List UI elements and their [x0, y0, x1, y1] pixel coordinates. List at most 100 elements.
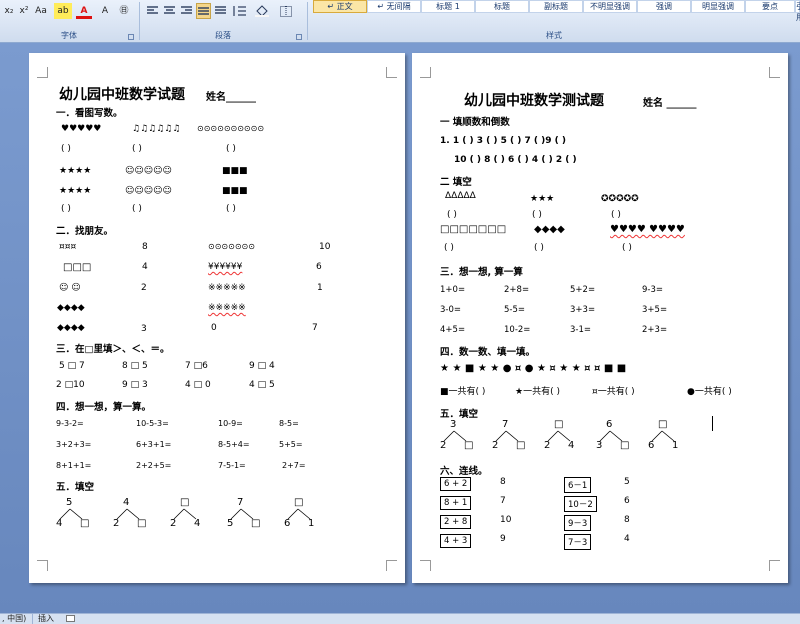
bond-right: □ — [251, 518, 261, 529]
style-emphasis[interactable]: 强调 — [637, 0, 691, 13]
count-answer: ¤一共有( ) — [592, 387, 635, 397]
number: 7 — [312, 323, 318, 333]
superscript-button[interactable]: x² — [17, 3, 31, 19]
bond-left: 2 — [492, 440, 499, 451]
text-cursor — [712, 416, 713, 431]
equation: 2+3= — [642, 325, 668, 335]
symbol-group: ♥♥♥♥ ♥♥♥♥ — [610, 224, 685, 235]
symbol-group: ■■■ — [222, 166, 248, 176]
name-label: 姓名 ______ — [643, 98, 697, 109]
answer-blank[interactable]: ( ) — [132, 144, 142, 154]
enclose-char-button[interactable]: ㊐ — [116, 3, 132, 19]
justify-icon[interactable] — [196, 3, 211, 19]
style-heading-1[interactable]: 标题 1 — [421, 0, 475, 13]
style-normal[interactable]: ↵ 正文 — [313, 0, 367, 13]
bond-right: 1 — [672, 440, 679, 451]
number: 8 — [142, 242, 148, 252]
bond-top: 7 — [502, 419, 509, 430]
symbol-group: ☺☺☺☺☺ — [125, 186, 172, 196]
page-1[interactable]: 幼儿园中班数学试题 姓名______ 一．看图写数。 ♥♥♥♥♥ ♫♫♫♫♫♫ … — [29, 53, 405, 583]
equation: 8-5+4= — [218, 440, 250, 449]
align-left-icon[interactable] — [145, 3, 160, 19]
number: 10 — [319, 242, 331, 252]
style-title[interactable]: 标题 — [475, 0, 529, 13]
answer-blank[interactable]: ( ) — [534, 243, 544, 253]
bond-left: 4 — [56, 518, 63, 529]
match-expression: 7－3 — [564, 534, 592, 550]
number: 4 — [142, 262, 148, 272]
style-subtitle[interactable]: 副标题 — [529, 0, 583, 13]
section-heading: 一 填顺数和倒数 — [440, 117, 510, 128]
macro-record-icon[interactable] — [66, 615, 75, 622]
bond-top: 4 — [123, 497, 130, 508]
answer-blank[interactable]: ( ) — [61, 144, 71, 154]
equation: 5+5= — [279, 440, 303, 449]
answer-blank[interactable]: ( ) — [622, 243, 632, 253]
equation: 3+3= — [570, 305, 596, 315]
match-number: 5 — [624, 477, 630, 487]
sequence-row: 1. 1 ( ) 3 ( ) 5 ( ) 7 ( )9 ( ) — [440, 136, 566, 146]
section-heading: 四．想一想，算一算。 — [56, 402, 152, 413]
section-heading: 一．看图写数。 — [56, 108, 123, 119]
equation: 2+8= — [504, 285, 530, 295]
paragraph-group: 段落 — [140, 0, 306, 42]
symbol-group: ◆◆◆◆ — [534, 224, 565, 235]
number-bond: 3 2 □ — [440, 419, 480, 453]
match-expression: 6－1 — [564, 477, 592, 493]
borders-icon[interactable] — [276, 3, 296, 19]
bond-top: □ — [180, 497, 190, 508]
style-quote[interactable]: 引用 — [795, 0, 800, 22]
answer-blank[interactable]: ( ) — [532, 210, 542, 220]
number-bond: □ 6 1 — [648, 419, 688, 453]
highlight-button[interactable]: ab — [54, 3, 72, 19]
crop-mark — [420, 67, 431, 78]
align-center-icon[interactable] — [162, 3, 177, 19]
symbol-group: ■■■ — [222, 186, 248, 196]
answer-blank[interactable]: ( ) — [226, 144, 236, 154]
page-2[interactable]: 幼儿园中班数学测试题 姓名 ______ 一 填顺数和倒数 1. 1 ( ) 3… — [412, 53, 788, 583]
distribute-icon[interactable] — [213, 3, 228, 19]
font-dialog-launcher[interactable] — [128, 34, 134, 40]
symbol-group: ★★★★ — [59, 186, 92, 196]
answer-blank[interactable]: ( ) — [61, 204, 71, 214]
answer-blank[interactable]: ( ) — [132, 204, 142, 214]
equation: 5+2= — [570, 285, 596, 295]
document-area[interactable]: 幼儿园中班数学试题 姓名______ 一．看图写数。 ♥♥♥♥♥ ♫♫♫♫♫♫ … — [0, 43, 800, 613]
shading-icon[interactable] — [252, 3, 272, 19]
bond-right: □ — [620, 440, 630, 451]
number-bond: 5 4 □ — [56, 497, 96, 531]
style-strong[interactable]: 要点 — [745, 0, 795, 13]
section-heading: 二 填空 — [440, 177, 472, 188]
symbol-group: ◆◆◆◆ — [57, 323, 85, 333]
style-subtle-emphasis[interactable]: 不明显强调 — [583, 0, 637, 13]
bond-right: □ — [137, 518, 147, 529]
style-no-spacing[interactable]: ↵ 无间隔 — [367, 0, 421, 13]
answer-blank[interactable]: ( ) — [226, 204, 236, 214]
section-heading: 三．想一想, 算一算 — [440, 267, 523, 278]
equation: 3+2+3= — [56, 440, 92, 449]
crop-mark — [769, 67, 780, 78]
line-spacing-icon[interactable] — [230, 3, 248, 19]
answer-blank[interactable]: ( ) — [447, 210, 457, 220]
change-case-button[interactable]: Aa — [32, 3, 50, 19]
styles-group-label: 样式 — [546, 31, 562, 40]
style-intense-emphasis[interactable]: 明显强调 — [691, 0, 745, 13]
crop-mark — [37, 67, 48, 78]
number-bond: □ 2 4 — [544, 419, 584, 453]
symbol-group: □□□□□□□ — [440, 224, 507, 235]
number: 2 — [141, 283, 147, 293]
section-heading: 三．在□里填＞、＜、＝。 — [56, 344, 170, 355]
bond-left: 2 — [544, 440, 551, 451]
subscript-button[interactable]: x₂ — [2, 3, 16, 19]
char-shading-button[interactable]: A — [98, 3, 112, 19]
bond-left: 5 — [227, 518, 234, 529]
answer-blank[interactable]: ( ) — [444, 243, 454, 253]
answer-blank[interactable]: ( ) — [611, 210, 621, 220]
symbol-group: ※※※※※ — [208, 303, 246, 313]
section-heading: 六、连线。 — [440, 466, 488, 477]
align-right-icon[interactable] — [179, 3, 194, 19]
symbol-group: □□□ — [63, 262, 92, 273]
font-color-button[interactable]: A — [76, 3, 92, 19]
equation: 8+1+1= — [56, 461, 92, 470]
paragraph-dialog-launcher[interactable] — [296, 34, 302, 40]
